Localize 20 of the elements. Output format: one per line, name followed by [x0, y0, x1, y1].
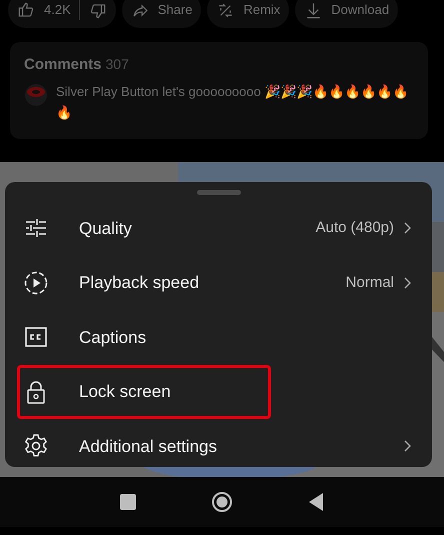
chevron-right-icon: [402, 439, 412, 454]
comment-count: 307: [106, 55, 129, 74]
menu-item[interactable]: Playback speed Normal: [5, 256, 432, 310]
menu-item[interactable]: Quality Auto (480p): [5, 201, 432, 256]
avatar: [24, 82, 48, 106]
recents-button[interactable]: [117, 491, 139, 513]
chevron-right-icon: [402, 221, 412, 236]
thumb-up-icon: [17, 0, 36, 20]
comment-text: Silver Play Button let's gooooooooo 🎉🎉🎉🔥🔥🔥🔥🔥🔥🔥: [56, 82, 410, 122]
setting-value: Normal: [346, 272, 394, 292]
home-button[interactable]: [211, 491, 233, 513]
menu-item[interactable]: Additional settings: [5, 419, 432, 474]
play-circle-icon: [23, 270, 49, 296]
setting-value: Auto (480p): [316, 218, 394, 238]
chevron-right-icon: [402, 276, 412, 290]
menu-item[interactable]: Captions: [5, 310, 432, 364]
settings-icon: [23, 433, 49, 460]
menu-item[interactable]: Lock screen: [17, 364, 271, 419]
comments-title: Comments: [24, 55, 102, 75]
drag-handle[interactable]: [196, 190, 240, 195]
